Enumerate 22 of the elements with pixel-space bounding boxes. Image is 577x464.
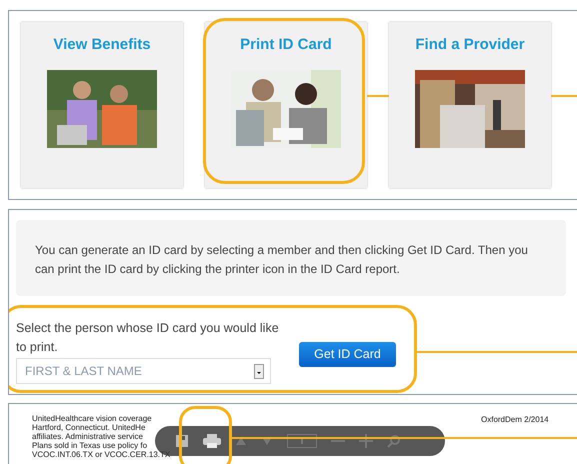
person-select[interactable]: FIRST & LAST NAME bbox=[16, 358, 271, 384]
select-placeholder: FIRST & LAST NAME bbox=[25, 363, 142, 380]
dropdown-icon[interactable] bbox=[254, 364, 264, 379]
tile-title[interactable]: View Benefits bbox=[53, 34, 151, 56]
printer-icon[interactable] bbox=[203, 434, 221, 448]
disclaimer-line: UnitedHealthcare vision coverage bbox=[32, 414, 153, 423]
tile-card[interactable]: Find a Provider bbox=[389, 22, 551, 188]
search-icon[interactable] bbox=[387, 434, 401, 448]
disclaimer-line: Hartford, Connecticut. UnitedHe bbox=[32, 423, 146, 432]
disclaimer-line: affiliates. Administrative service bbox=[32, 432, 144, 441]
tile-card[interactable]: View Benefits bbox=[21, 22, 183, 188]
info-text: You can generate an ID card by selecting a member and then clicking Get ID Card. Then you can print the ID card by clicking the printer icon in the ID Card report. bbox=[35, 242, 529, 278]
tile-title[interactable]: Find a Provider bbox=[415, 34, 525, 56]
tile-title[interactable]: Print ID Card bbox=[240, 34, 332, 56]
arrow-up-icon[interactable] bbox=[235, 436, 247, 446]
select-label: Select the person whose ID card you would like to print. bbox=[16, 320, 280, 356]
disclaimer-line: VCOC.INT.06.TX or VCOC.CER.13.TX bbox=[32, 450, 170, 459]
form-code: OxfordDem 2/2014 bbox=[481, 414, 549, 426]
disclaimer-line: Plans sold in Texas use policy fo bbox=[32, 441, 148, 450]
get-id-card-button[interactable]: Get ID Card bbox=[299, 342, 396, 367]
page-box-icon[interactable] bbox=[287, 434, 317, 448]
tile-card[interactable]: Print ID Card bbox=[205, 22, 367, 188]
